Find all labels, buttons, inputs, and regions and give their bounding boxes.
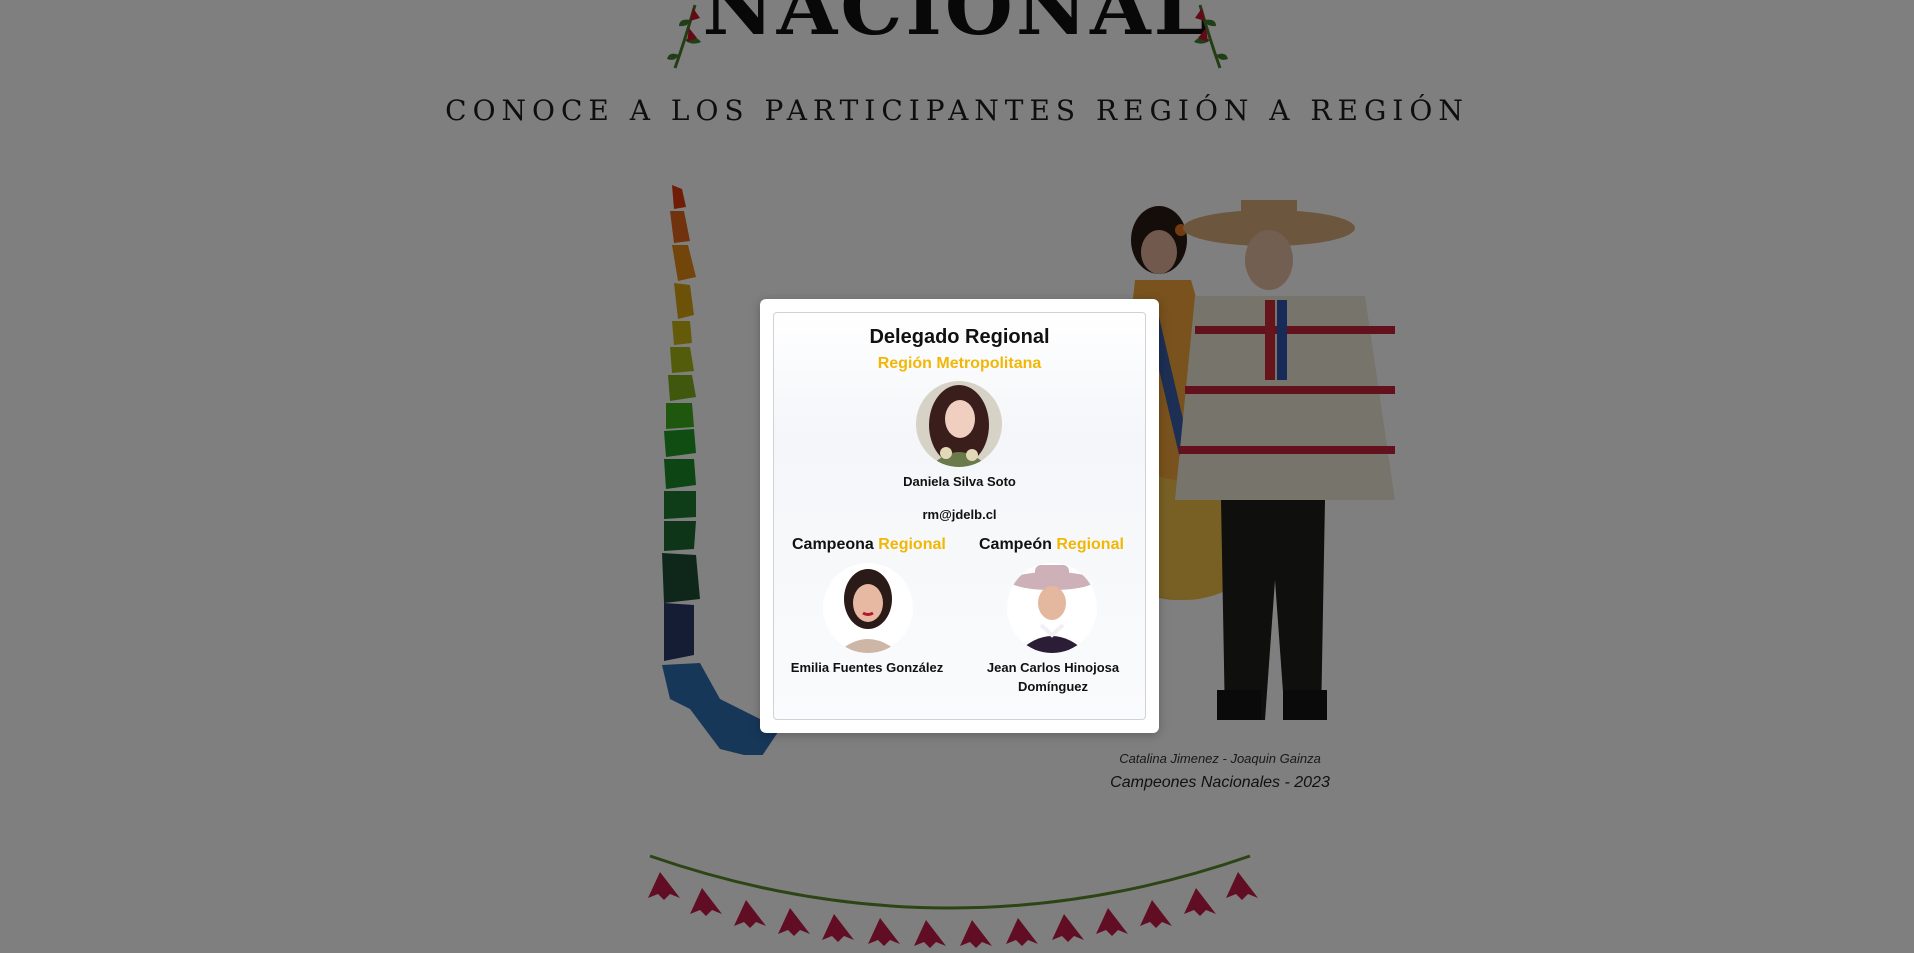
- champion-male-heading-word: Campeón: [979, 536, 1052, 553]
- champion-male-heading: Campeón Regional: [979, 536, 1124, 554]
- modal-title: Delegado Regional: [869, 326, 1050, 348]
- delegate-modal: Delegado Regional Región Metropolitana D…: [760, 299, 1159, 733]
- champion-male-name: Jean Carlos Hinojosa Domínguez: [986, 660, 1120, 694]
- delegate-avatar: [916, 381, 1002, 467]
- delegate-email-link[interactable]: rm@jdelb.cl: [774, 507, 1145, 522]
- champion-female-heading-word: Campeona: [792, 536, 874, 553]
- delegate-name: Daniela Silva Soto: [903, 474, 1016, 489]
- champion-female-heading-accent: Regional: [878, 536, 946, 553]
- champion-male-avatar: [1007, 563, 1097, 653]
- delegate-card: Delegado Regional Región Metropolitana D…: [773, 312, 1146, 720]
- region-name: Región Metropolitana: [877, 355, 1042, 372]
- champion-male-heading-accent: Regional: [1056, 536, 1124, 553]
- champion-female-avatar: [823, 563, 913, 653]
- champion-female-name: Emilia Fuentes González: [790, 660, 944, 675]
- champion-female-heading: Campeona Regional: [792, 536, 946, 554]
